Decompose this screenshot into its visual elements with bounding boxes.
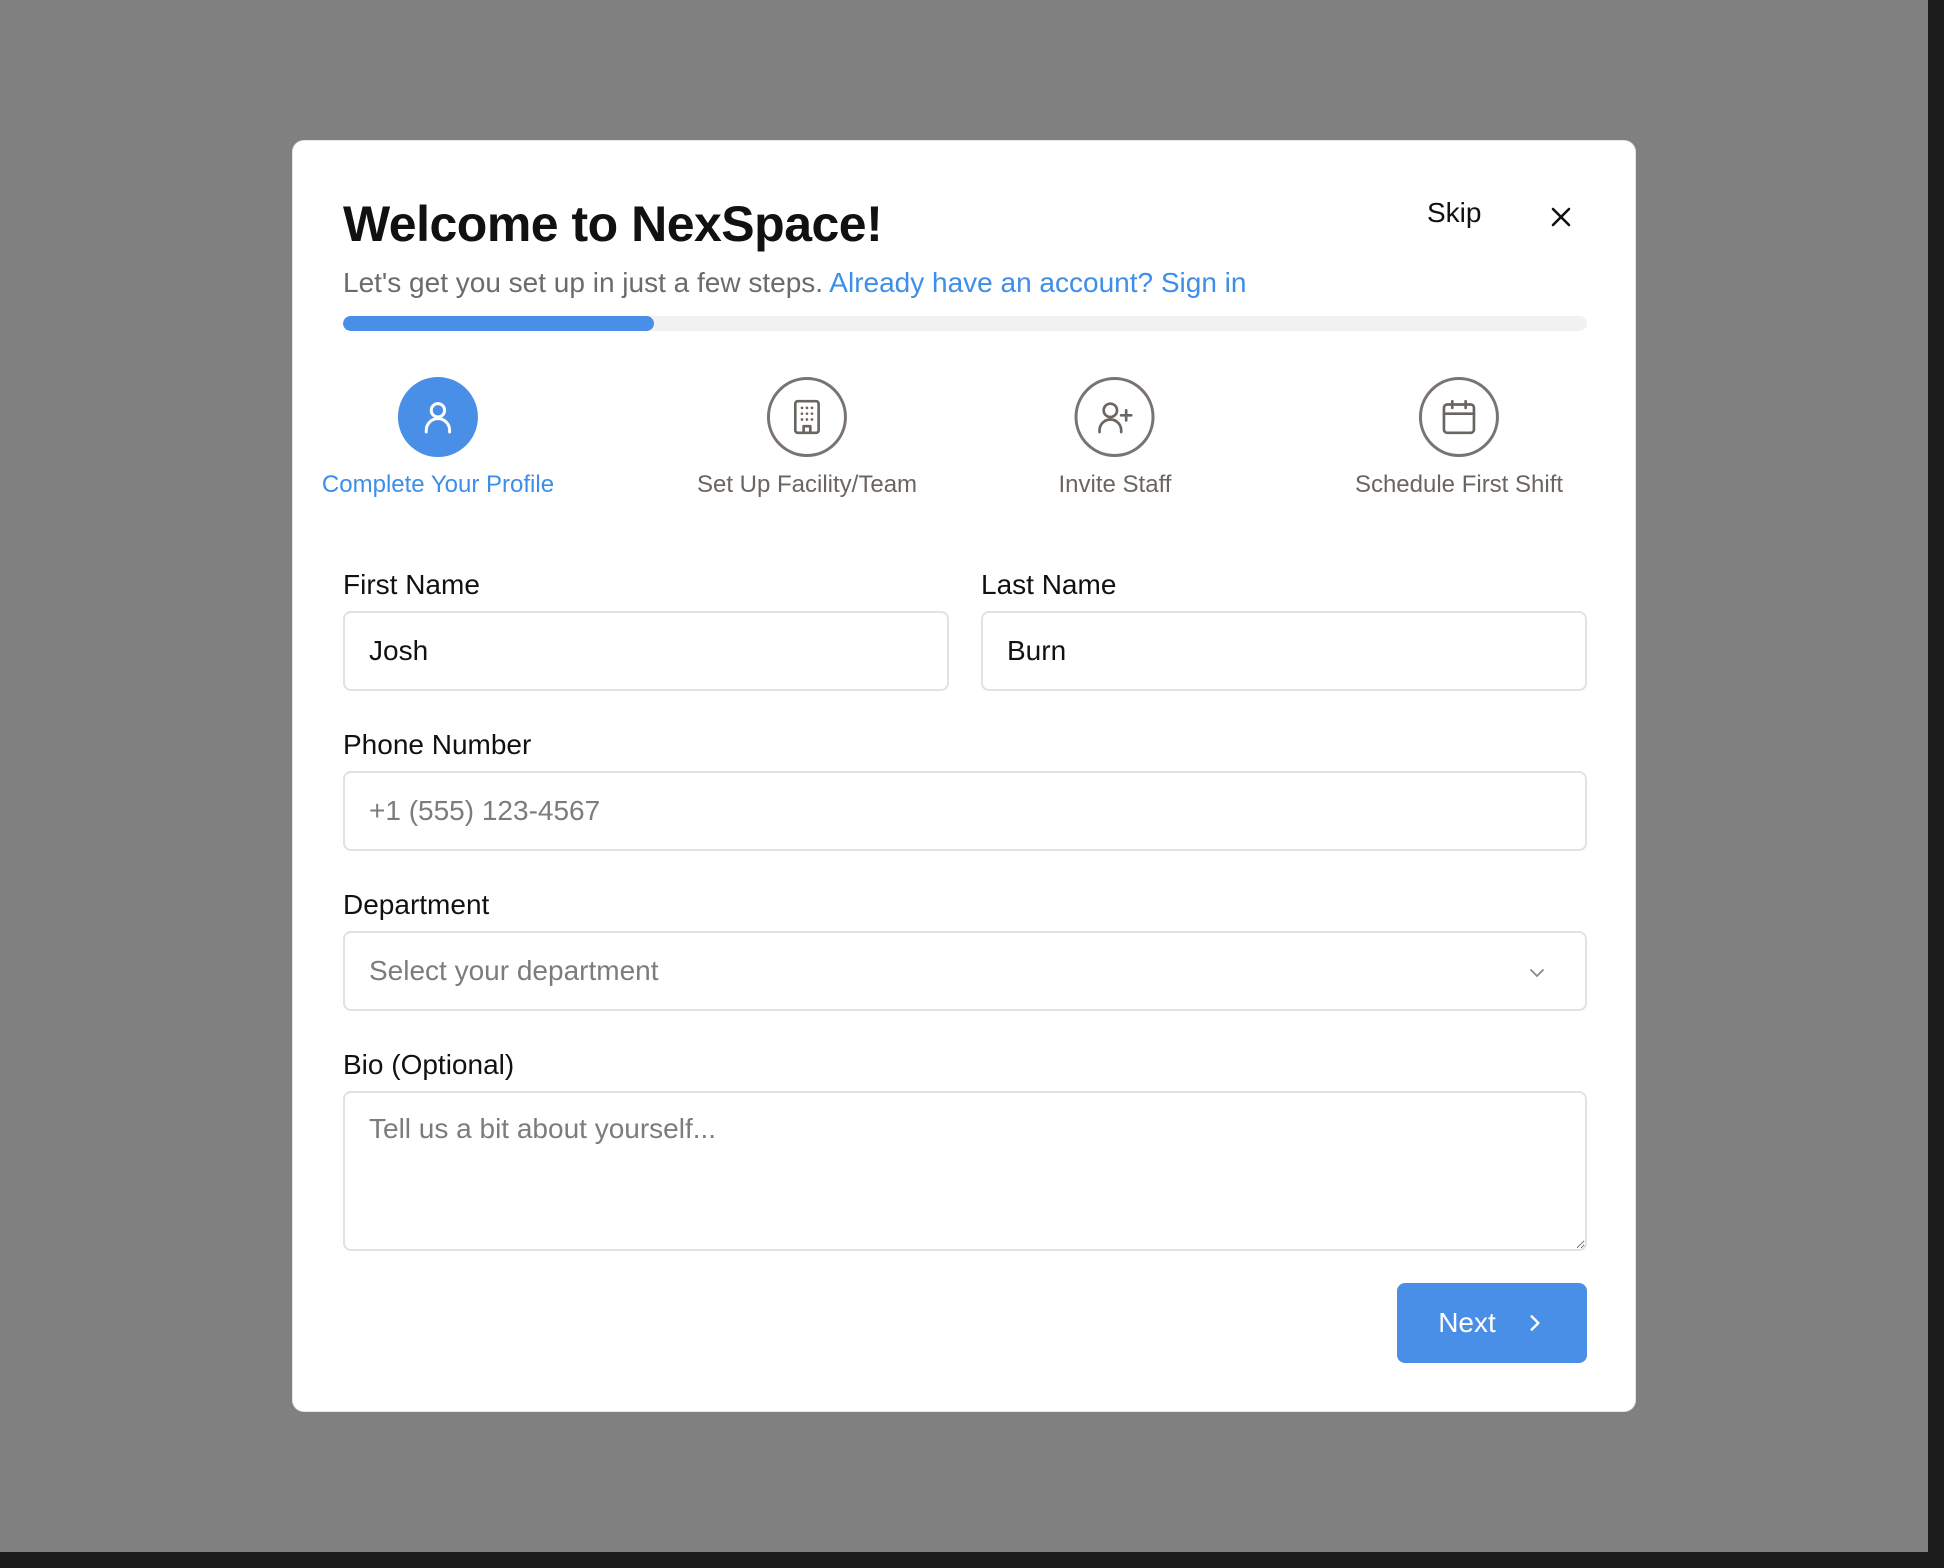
step-schedule-first-shift[interactable]: Schedule First Shift [1355, 377, 1563, 499]
step-label: Invite Staff [1058, 471, 1172, 498]
step-invite-staff[interactable]: Invite Staff [1058, 377, 1172, 499]
phone-number-input[interactable] [343, 771, 1587, 851]
chevron-down-icon [1530, 969, 1544, 977]
bio-label: Bio (Optional) [343, 1049, 515, 1080]
step-circle [766, 377, 847, 457]
department-label: Department [343, 889, 490, 920]
building-icon [793, 399, 820, 435]
chevron-right-icon [1530, 1315, 1540, 1331]
last-name-label: Last Name [981, 569, 1117, 600]
close-button[interactable] [1541, 197, 1581, 237]
phone-number-label: Phone Number [343, 729, 532, 760]
step-circle [1419, 377, 1499, 457]
progress-bar-fill [343, 316, 654, 331]
close-icon [1551, 207, 1571, 227]
modal-subtitle: Let's get you set up in just a few steps… [343, 267, 1246, 299]
onboarding-modal: Welcome to NexSpace! Let's get you set u… [292, 140, 1636, 1412]
user-plus-icon [1098, 402, 1133, 434]
first-name-label: First Name [343, 569, 480, 600]
step-set-up-facility[interactable]: Set Up Facility/Team [697, 377, 917, 499]
sign-in-link[interactable]: Already have an account? Sign in [829, 267, 1246, 298]
next-button[interactable]: Next [1397, 1283, 1587, 1363]
first-name-input[interactable] [343, 611, 949, 691]
next-button-label: Next [1438, 1307, 1496, 1338]
step-circle [397, 377, 478, 457]
progress-bar [343, 316, 1587, 331]
step-complete-profile[interactable]: Complete Your Profile [322, 377, 554, 499]
user-icon [424, 402, 452, 434]
step-label: Complete Your Profile [321, 471, 555, 498]
skip-button[interactable]: Skip [1419, 193, 1489, 233]
bio-textarea[interactable] [343, 1091, 1587, 1251]
step-circle [1075, 377, 1155, 457]
department-select[interactable]: Select your department [343, 931, 1587, 1011]
step-label: Set Up Facility/Team [696, 471, 918, 498]
step-label: Schedule First Shift [1354, 471, 1564, 498]
department-select-value: Select your department [369, 955, 659, 986]
last-name-input[interactable] [981, 611, 1587, 691]
calendar-icon [1442, 399, 1476, 435]
subtitle-text: Let's get you set up in just a few steps… [343, 267, 824, 298]
modal-title: Welcome to NexSpace! [343, 196, 883, 252]
